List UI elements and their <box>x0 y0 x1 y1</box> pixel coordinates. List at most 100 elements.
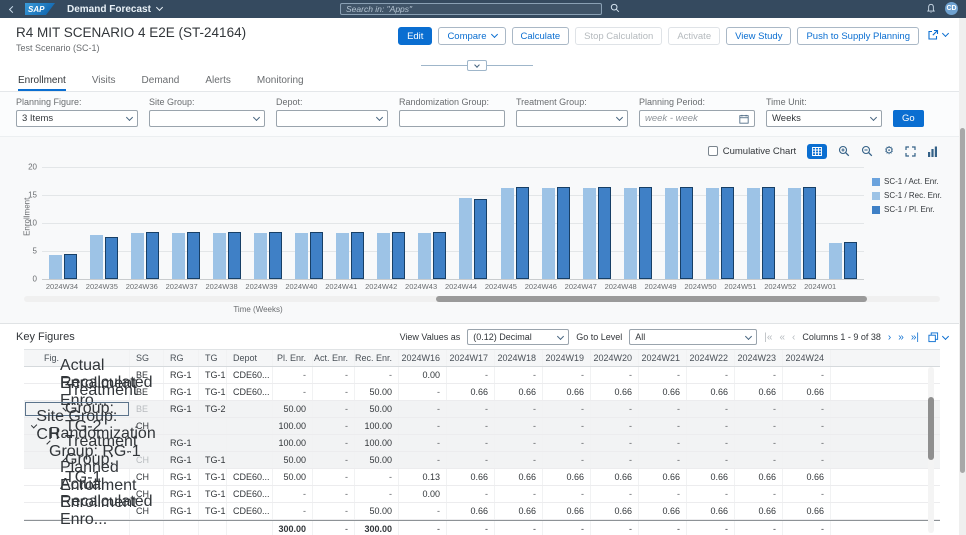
bar-group[interactable] <box>700 167 741 279</box>
bar-group[interactable] <box>330 167 371 279</box>
bar-pl-enr[interactable] <box>762 187 775 279</box>
first-page-icon[interactable]: |« <box>764 332 772 343</box>
bar-group[interactable] <box>535 167 576 279</box>
column-header-2024w22[interactable]: 2024W22 <box>687 350 735 366</box>
bar-rec-enr[interactable] <box>542 188 555 279</box>
zoom-out-icon[interactable] <box>861 145 873 157</box>
bar-pl-enr[interactable] <box>228 232 241 279</box>
table-group-row[interactable]: Site Group: CHCH100.00-100.00--------- <box>24 418 940 435</box>
bar-pl-enr[interactable] <box>803 187 816 279</box>
next-page-icon[interactable]: › <box>888 332 891 343</box>
bar-rec-enr[interactable] <box>336 233 349 279</box>
cumulative-chart-checkbox[interactable]: Cumulative Chart <box>708 146 796 157</box>
bar-pl-enr[interactable] <box>639 187 652 279</box>
filter-planning-period-datepicker[interactable]: week - week <box>639 110 755 127</box>
bar-group[interactable] <box>658 167 699 279</box>
table-row[interactable]: Planned EnrollmentCHRG-1TG-1CDE60...50.0… <box>24 469 940 486</box>
column-header-pl-enr[interactable]: Pl. Enr. <box>273 350 313 366</box>
fast-next-icon[interactable]: » <box>898 332 904 343</box>
column-header-act-enr[interactable]: Act. Enr. <box>313 350 355 366</box>
bar-rec-enr[interactable] <box>172 233 185 279</box>
activate-button[interactable]: Activate <box>668 27 720 45</box>
search-input[interactable] <box>346 4 596 14</box>
table-row[interactable]: Recalculated Enro...BERG-1TG-1CDE60...--… <box>24 384 940 401</box>
legend-item[interactable]: SC-1 / Pl. Enr. <box>872 205 942 214</box>
bell-icon[interactable] <box>926 3 936 14</box>
table-vertical-scrollbar[interactable] <box>928 367 934 533</box>
fast-prev-icon[interactable]: « <box>779 332 785 343</box>
bar-rec-enr[interactable] <box>418 233 431 279</box>
prev-page-icon[interactable]: ‹ <box>792 332 795 343</box>
bar-rec-enr[interactable] <box>459 198 472 279</box>
bar-rec-enr[interactable] <box>131 233 144 279</box>
product-title[interactable]: Demand Forecast <box>67 4 162 15</box>
bar-group[interactable] <box>412 167 453 279</box>
view-study-button[interactable]: View Study <box>726 27 791 45</box>
last-page-icon[interactable]: »| <box>911 332 919 343</box>
bar-group[interactable] <box>823 167 864 279</box>
bar-pl-enr[interactable] <box>680 187 693 279</box>
table-group-row[interactable]: Treatment Group: TG-1CHRG-1TG-150.00-50.… <box>24 452 940 469</box>
table-group-row[interactable]: Treatment Group: TG-2BERG-1TG-250.00-50.… <box>24 401 940 418</box>
tab-visits[interactable]: Visits <box>92 75 116 91</box>
bar-rec-enr[interactable] <box>295 233 308 279</box>
bar-group[interactable] <box>371 167 412 279</box>
checkbox-icon[interactable] <box>708 146 718 156</box>
view-values-select[interactable]: (0.12) Decimal <box>467 329 569 345</box>
column-header-2024w17[interactable]: 2024W17 <box>447 350 495 366</box>
table-row[interactable]: Recalculated Enro...CHRG-1TG-1CDE60...--… <box>24 503 940 520</box>
bar-group[interactable] <box>453 167 494 279</box>
column-header-2024w18[interactable]: 2024W18 <box>495 350 543 366</box>
filter-time-unit-select[interactable]: Weeks <box>766 110 882 127</box>
back-icon[interactable] <box>10 7 15 12</box>
bar-pl-enr[interactable] <box>557 187 570 279</box>
go-button[interactable]: Go <box>893 110 924 127</box>
bar-rec-enr[interactable] <box>624 188 637 279</box>
tab-alerts[interactable]: Alerts <box>205 75 231 91</box>
bar-group[interactable] <box>289 167 330 279</box>
fullscreen-icon[interactable] <box>905 146 916 157</box>
bar-rec-enr[interactable] <box>501 188 514 279</box>
tab-enrollment[interactable]: Enrollment <box>18 75 66 91</box>
bar-group[interactable] <box>576 167 617 279</box>
bar-pl-enr[interactable] <box>474 199 487 279</box>
filter-treatment-group-select[interactable] <box>516 110 628 127</box>
legend-item[interactable]: SC-1 / Act. Enr. <box>872 177 942 186</box>
bar-rec-enr[interactable] <box>706 188 719 279</box>
column-header-2024w19[interactable]: 2024W19 <box>543 350 591 366</box>
bar-rec-enr[interactable] <box>665 188 678 279</box>
chart-type-icon[interactable] <box>927 146 938 157</box>
column-header-tg[interactable]: TG <box>199 350 227 366</box>
column-header-rec-enr[interactable]: Rec. Enr. <box>355 350 399 366</box>
fig-cell[interactable]: Recalculated Enro... <box>24 503 130 519</box>
edit-button[interactable]: Edit <box>398 27 432 45</box>
stop-calculation-button[interactable]: Stop Calculation <box>575 27 662 45</box>
bar-group[interactable] <box>42 167 83 279</box>
column-header-2024w20[interactable]: 2024W20 <box>591 350 639 366</box>
bar-pl-enr[interactable] <box>351 232 364 279</box>
table-view-icon[interactable] <box>807 144 827 159</box>
table-row[interactable]: Actual EnrollmentBERG-1TG-1CDE60...---0.… <box>24 367 940 384</box>
bar-pl-enr[interactable] <box>516 187 529 279</box>
column-header-rg[interactable]: RG <box>164 350 199 366</box>
page-scrollbar[interactable] <box>959 18 966 535</box>
push-to-supply-planning-button[interactable]: Push to Supply Planning <box>797 27 919 45</box>
filter-depot-select[interactable] <box>276 110 388 127</box>
avatar[interactable]: CD <box>945 2 958 15</box>
bar-rec-enr[interactable] <box>254 233 267 279</box>
bar-pl-enr[interactable] <box>310 232 323 279</box>
filter-randomization-group-input[interactable] <box>399 110 505 127</box>
calculate-button[interactable]: Calculate <box>512 27 570 45</box>
scrollbar-thumb[interactable] <box>928 397 934 460</box>
column-header-2024w23[interactable]: 2024W23 <box>735 350 783 366</box>
zoom-in-icon[interactable] <box>838 145 850 157</box>
export-icon[interactable] <box>926 330 950 345</box>
bar-rec-enr[interactable] <box>747 188 760 279</box>
bar-pl-enr[interactable] <box>269 232 282 279</box>
chart-plot-area[interactable]: Enrollment 05101520 <box>42 167 864 279</box>
bar-pl-enr[interactable] <box>433 232 446 279</box>
go-to-level-select[interactable]: All <box>629 329 757 345</box>
share-icon[interactable] <box>925 27 950 43</box>
scrollbar-thumb[interactable] <box>960 128 965 473</box>
tab-monitoring[interactable]: Monitoring <box>257 75 304 91</box>
